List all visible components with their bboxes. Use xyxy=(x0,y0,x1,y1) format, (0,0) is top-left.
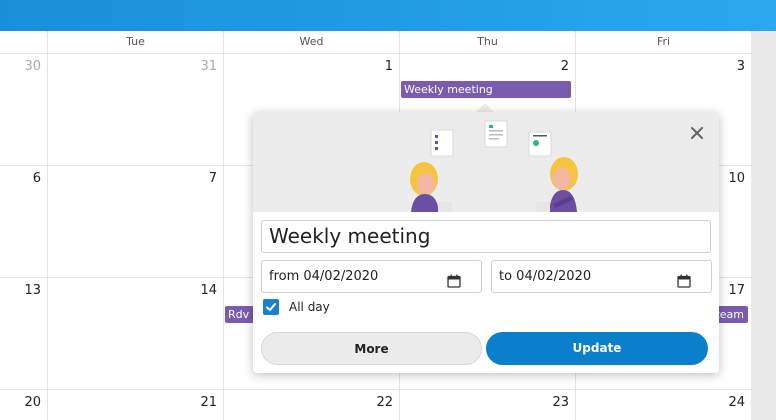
update-button[interactable]: Update xyxy=(486,332,708,365)
event-weekly-meeting[interactable]: Weekly meeting xyxy=(401,81,571,98)
day-number: 6 xyxy=(32,171,41,186)
day-number: 1 xyxy=(384,59,393,74)
person-right-figure xyxy=(536,157,578,212)
day-cell[interactable]: 31 xyxy=(47,54,223,166)
end-date-field[interactable]: to 04/02/2020 xyxy=(491,260,712,293)
day-header-fri: Fri xyxy=(575,31,751,54)
day-number: 31 xyxy=(200,59,217,74)
day-header-thu: Thu xyxy=(399,31,575,54)
day-header-wed: Wed xyxy=(223,31,399,54)
day-cell[interactable]: 13 xyxy=(0,278,47,390)
app-header-bar xyxy=(0,0,776,31)
day-cell[interactable]: 6 xyxy=(0,166,47,278)
meeting-illustration xyxy=(410,120,578,212)
day-cell[interactable]: 20 xyxy=(0,390,47,420)
day-cell[interactable]: 21 xyxy=(47,390,223,420)
day-number: 7 xyxy=(208,171,217,186)
card-icon-middle xyxy=(484,120,508,148)
day-cell[interactable]: 14 xyxy=(47,278,223,390)
card-icon-left xyxy=(430,129,454,157)
day-number: 2 xyxy=(560,59,569,74)
day-number: 21 xyxy=(200,395,217,410)
start-date-value: from 04/02/2020 xyxy=(269,269,379,284)
calendar-icon[interactable] xyxy=(677,269,691,288)
more-button[interactable]: More xyxy=(261,332,482,365)
day-header-blank xyxy=(0,31,47,54)
day-number: 13 xyxy=(24,283,41,298)
event-edit-popup: Weekly meeting from 04/02/2020 to 04/02/… xyxy=(253,112,719,373)
popup-pointer xyxy=(476,103,494,112)
day-number: 3 xyxy=(736,59,745,74)
allday-checkbox[interactable] xyxy=(263,298,279,315)
event-title-input[interactable]: Weekly meeting xyxy=(261,220,711,253)
day-cell[interactable]: 7 xyxy=(47,166,223,278)
day-number: 17 xyxy=(728,283,745,298)
person-left-figure xyxy=(410,162,452,212)
day-number: 10 xyxy=(728,171,745,186)
day-cell[interactable]: 22 xyxy=(223,390,399,420)
allday-label: All day xyxy=(289,299,330,314)
day-number: 30 xyxy=(24,59,41,74)
day-cell[interactable]: 30 xyxy=(0,54,47,166)
close-icon[interactable] xyxy=(689,125,705,141)
day-cell[interactable]: 24 xyxy=(575,390,751,420)
day-header-tue: Tue xyxy=(47,31,223,54)
end-date-value: to 04/02/2020 xyxy=(499,269,592,284)
vertical-scrollbar[interactable] xyxy=(751,31,776,420)
day-number: 14 xyxy=(200,283,217,298)
day-number: 23 xyxy=(552,395,569,410)
calendar-icon[interactable] xyxy=(447,269,461,288)
checkmark-icon xyxy=(266,302,276,311)
popup-illustration xyxy=(253,112,719,212)
day-number: 22 xyxy=(376,395,393,410)
card-icon-right xyxy=(528,131,552,157)
day-number: 20 xyxy=(24,395,41,410)
day-number: 24 xyxy=(728,395,745,410)
allday-toggle[interactable]: All day xyxy=(263,298,330,315)
day-cell[interactable]: 23 xyxy=(399,390,575,420)
start-date-field[interactable]: from 04/02/2020 xyxy=(261,260,482,293)
